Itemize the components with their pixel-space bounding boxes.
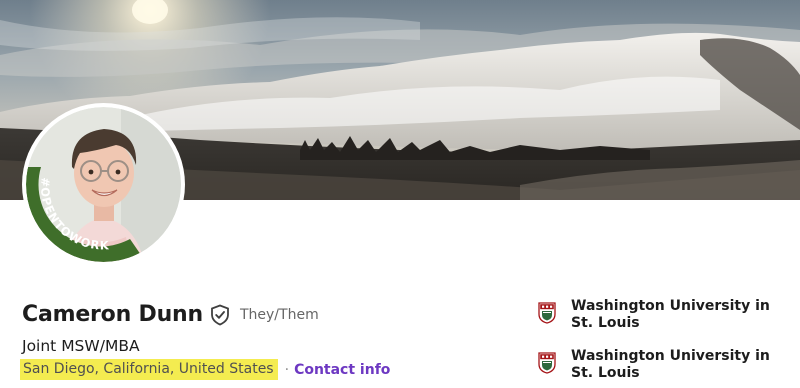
profile-name: Cameron Dunn [22,302,203,327]
profile-location: San Diego, California, United States [20,359,278,380]
education-school-name[interactable]: Washington University in St. Louis [571,348,781,382]
contact-info-link[interactable]: Contact info [294,362,390,378]
location-row: San Diego, California, United States · C… [20,359,390,380]
profile-photo: #OPENTOWORK [26,107,181,262]
pronouns: They/Them [239,306,319,323]
education-item[interactable]: Washington University in St. Louis [538,348,798,382]
washu-shield-icon [538,352,556,374]
verified-shield-icon[interactable] [210,304,230,326]
education-school-name[interactable]: Washington University in St. Louis [571,298,781,332]
washu-shield-icon [538,302,556,324]
education-list: Washington University in St. Louis Washi… [538,298,798,388]
profile-photo-frame[interactable]: #OPENTOWORK [22,103,185,266]
name-row: Cameron Dunn They/Them [22,302,319,327]
separator-dot: · [284,361,290,378]
profile-headline: Joint MSW/MBA [22,337,140,355]
education-item[interactable]: Washington University in St. Louis [538,298,798,332]
avatar[interactable]: #OPENTOWORK [26,107,181,262]
